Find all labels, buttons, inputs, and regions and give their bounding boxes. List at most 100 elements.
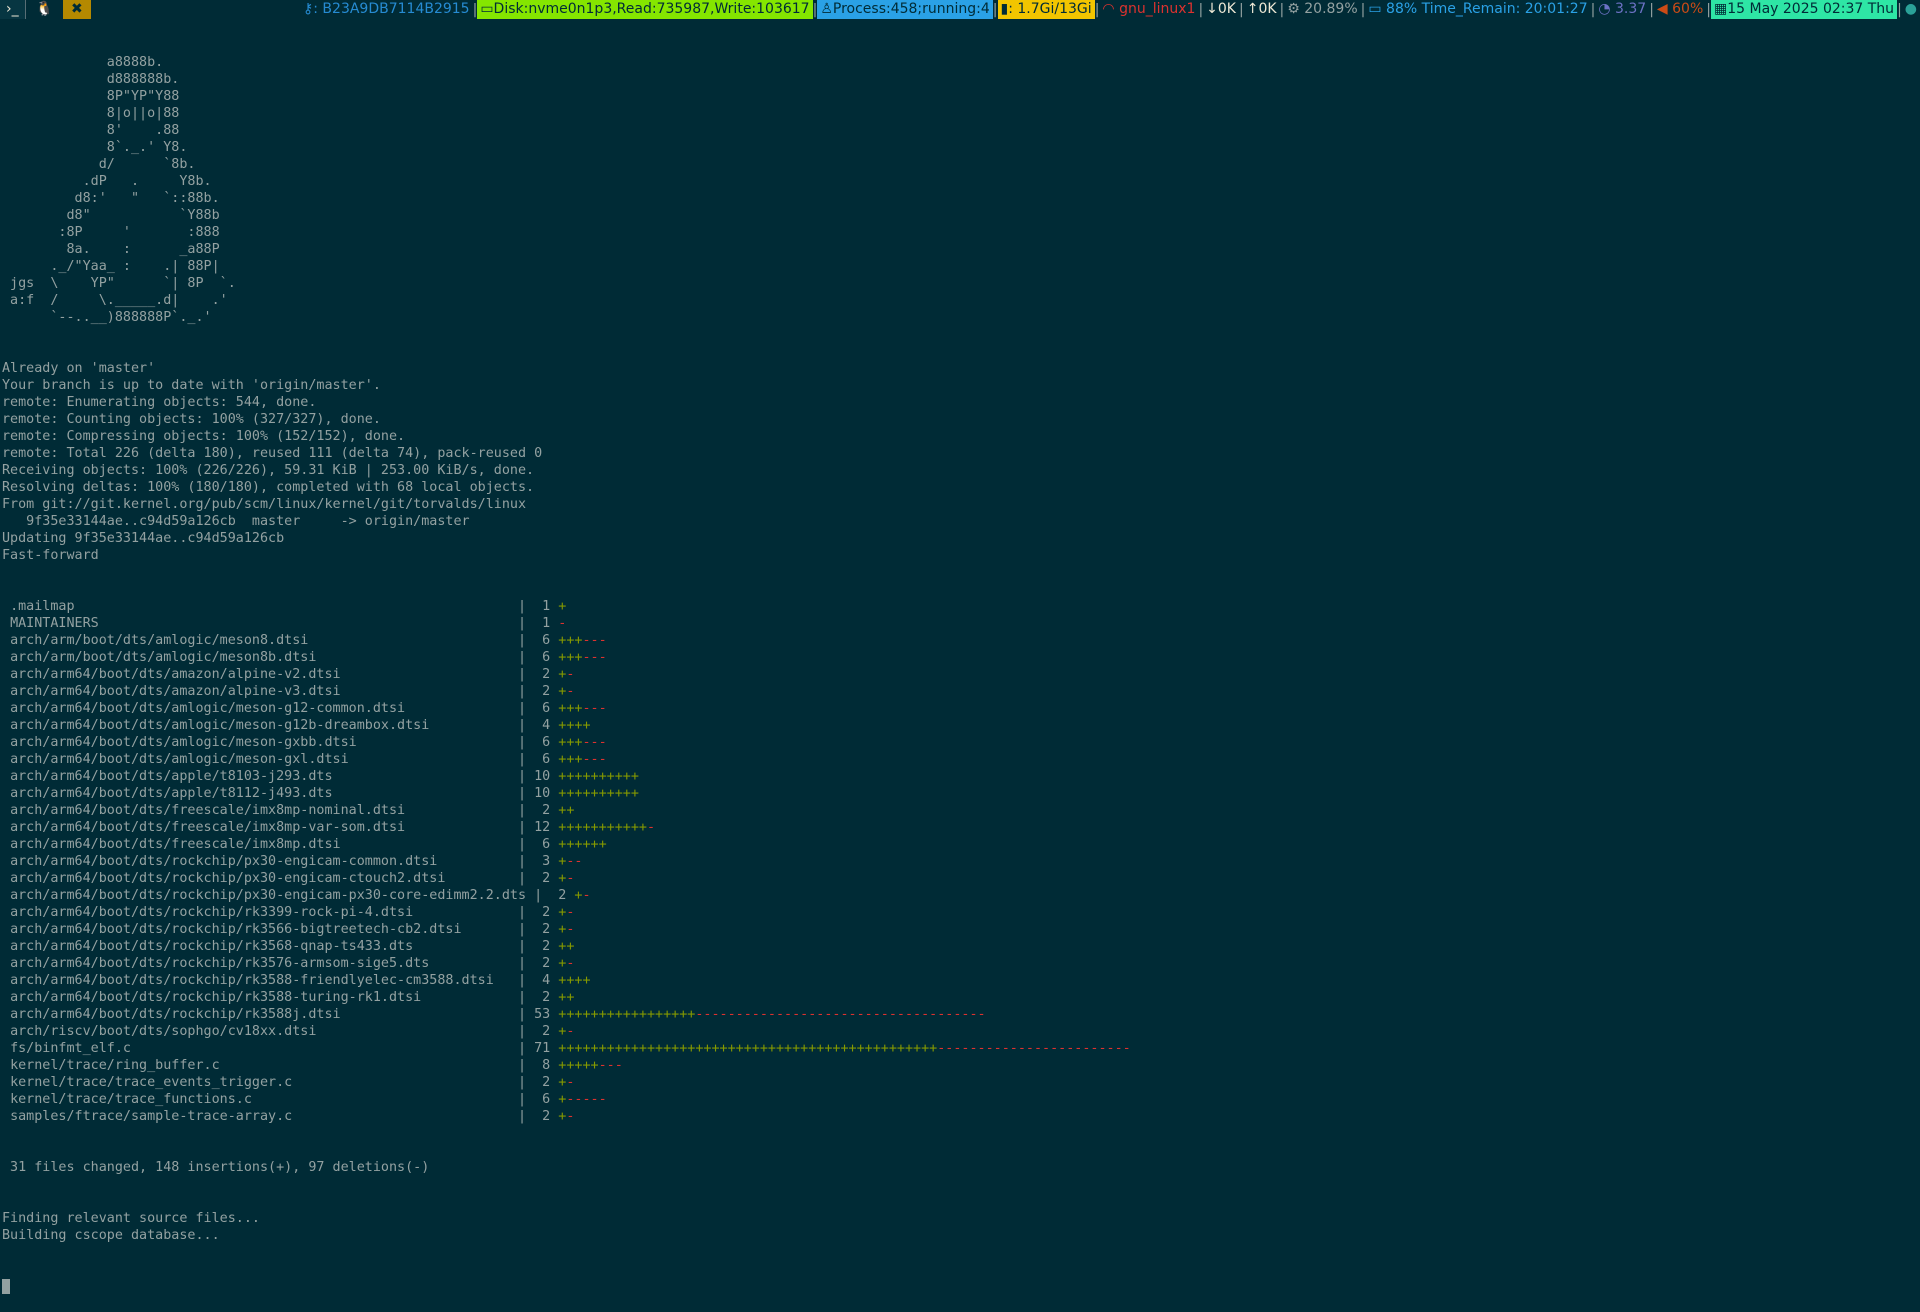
trailing-output: Finding relevant source files... Building… xyxy=(2,1210,1920,1244)
diffstat-insertions: +++ xyxy=(558,633,583,648)
diffstat-count-padding xyxy=(534,922,542,937)
calendar-status[interactable]: ▦15 May 2025 02:37 Thu xyxy=(1710,0,1898,19)
diffstat-padding: | xyxy=(98,616,535,631)
output-line: 9f35e33144ae..c94d59a126cb master -> ori… xyxy=(2,514,470,529)
diffstat-file: arch/arm64/boot/dts/rockchip/rk3566-bigt… xyxy=(10,922,462,937)
diffstat-row: arch/arm64/boot/dts/rockchip/px30-engica… xyxy=(2,887,1920,904)
ascii-art-line: ._/"Yaa_ : .| 88P| xyxy=(2,259,220,274)
diffstat-padding: | xyxy=(316,650,535,665)
disk-status[interactable]: ▭Disk:nvme0n1p3,Read:735987,Write:103617 xyxy=(477,0,813,19)
diffstat-row: arch/arm64/boot/dts/rockchip/px30-engica… xyxy=(2,870,1920,887)
workspace-tag-tools-active[interactable]: ✖ xyxy=(63,0,91,19)
diff-summary: 31 files changed, 148 insertions(+), 97 … xyxy=(2,1160,430,1175)
penguin-status[interactable]: ♙Process:458;running:4 xyxy=(817,0,993,19)
diffstat-count: 1 xyxy=(542,616,551,631)
diffstat-file: arch/arm64/boot/dts/freescale/imx8mp.dts… xyxy=(10,837,341,852)
output-line: remote: Enumerating objects: 544, done. xyxy=(2,395,317,410)
key-status[interactable]: ⚷: B23A9DB7114B2915 xyxy=(300,0,473,19)
status-text: : 1.7Gi/13Gi xyxy=(1008,1,1092,17)
diffstat-row: arch/arm64/boot/dts/apple/t8112-j493.dts… xyxy=(2,785,1920,802)
diffstat-count-padding xyxy=(534,854,542,869)
diffstat-deletions: - xyxy=(558,616,567,631)
workspace-tag-terminal[interactable]: ›_ xyxy=(0,0,26,19)
git-pull-output: Already on 'master' Your branch is up to … xyxy=(2,360,1920,564)
terminal-cursor xyxy=(2,1278,10,1294)
ascii-art-line: 8P"YP"Y88 xyxy=(2,89,180,104)
diffstat-insertions: +++ xyxy=(558,701,583,716)
ascii-art-line: d8" `Y88b xyxy=(2,208,220,223)
status-segments: ⚷: B23A9DB7114B2915 | ▭Disk:nvme0n1p3,Read… xyxy=(300,0,1920,19)
diffstat-padding: | xyxy=(340,1007,535,1022)
ascii-art-line: d/ `8b. xyxy=(2,157,196,172)
diffstat-file: arch/arm64/boot/dts/amlogic/meson-gxl.dt… xyxy=(10,752,349,767)
diffstat-count-padding xyxy=(534,1024,542,1039)
battery-status[interactable]: ▭ 88% Time_Remain: 20:01:27 xyxy=(1365,0,1590,19)
diffstat-file: arch/arm64/boot/dts/freescale/imx8mp-nom… xyxy=(10,803,406,818)
output-line: Finding relevant source files... xyxy=(2,1211,260,1226)
volume-status[interactable]: ◀ 60% xyxy=(1654,0,1706,19)
status-text: 0K xyxy=(1217,1,1236,17)
top-status-bar: ›_ 🐧 ✖ ⚷: B23A9DB7114B2915 | ▭Disk:nvme0n1… xyxy=(0,0,1920,19)
diffstat-deletions: --- xyxy=(582,633,607,648)
cpu-gear-status[interactable]: ⚙ 20.89% xyxy=(1284,0,1360,19)
diffstat-padding: | xyxy=(316,1024,535,1039)
diffstat-count-padding xyxy=(534,616,542,631)
diffstat-padding: | xyxy=(413,939,535,954)
diffstat-padding: | xyxy=(437,854,535,869)
diffstat-deletions: - xyxy=(566,871,575,886)
diffstat-deletions: - xyxy=(566,905,575,920)
output-line: Receiving objects: 100% (226/226), 59.31… xyxy=(2,463,535,478)
battery-icon: ▭ xyxy=(1368,1,1382,17)
diffstat-file: arch/arm64/boot/dts/rockchip/px30-engica… xyxy=(10,888,527,903)
diffstat-count-padding xyxy=(534,633,542,648)
diffstat-file: arch/arm64/boot/dts/rockchip/rk3576-arms… xyxy=(10,956,430,971)
upload-status[interactable]: ↑0K xyxy=(1244,0,1280,19)
diffstat-deletions: ------------------------ xyxy=(937,1041,1131,1056)
diffstat-count: 71 xyxy=(534,1041,551,1056)
diffstat-count: 2 xyxy=(542,871,551,886)
diffstat-deletions: - xyxy=(566,684,575,699)
prompt-line[interactable] xyxy=(2,1278,1920,1295)
diffstat-file: arch/arm/boot/dts/amlogic/meson8.dtsi xyxy=(10,633,309,648)
diffstat-count: 2 xyxy=(542,1075,551,1090)
diffstat-insertions: +++++++++++ xyxy=(558,820,647,835)
diffstat-file: arch/arm64/boot/dts/amlogic/meson-gxbb.d… xyxy=(10,735,357,750)
diffstat-insertions: ++ xyxy=(558,803,575,818)
status-text: 3.37 xyxy=(1610,1,1647,17)
ascii-art-line: d888888b. xyxy=(2,72,180,87)
diffstat-count: 2 xyxy=(542,939,551,954)
load-gauge-status[interactable]: ◔ 3.37 xyxy=(1595,0,1649,19)
diffstat-count: 12 xyxy=(534,820,551,835)
ascii-art-line: 8`._.' Y8. xyxy=(2,140,188,155)
diffstat-padding: | xyxy=(348,752,535,767)
diffstat-insertions: +++ xyxy=(558,735,583,750)
diffstat-count-padding xyxy=(534,735,542,750)
wifi-status[interactable]: ◠ gnu_linux1 xyxy=(1099,0,1198,19)
status-text: 0K xyxy=(1258,1,1277,17)
status-text: 15 May 2025 02:37 Thu xyxy=(1727,1,1895,17)
chart-status[interactable]: ▮: 1.7Gi/13Gi xyxy=(997,0,1095,19)
diffstat-padding: | xyxy=(526,888,551,903)
diffstat-file: arch/arm64/boot/dts/amazon/alpine-v2.dts… xyxy=(10,667,341,682)
diffstat-count-padding xyxy=(534,1058,542,1073)
status-text: 20.89% xyxy=(1299,1,1358,17)
diffstat-row: arch/arm64/boot/dts/apple/t8103-j293.dts… xyxy=(2,768,1920,785)
diffstat-row: arch/arm64/boot/dts/rockchip/rk3588-frie… xyxy=(2,972,1920,989)
ascii-art-line: 8|o||o|88 xyxy=(2,106,180,121)
diffstat-count-padding xyxy=(534,650,542,665)
workspace-tag-linux[interactable]: 🐧 xyxy=(26,0,63,19)
diffstat-deletions: - xyxy=(582,888,591,903)
diffstat-row: arch/arm64/boot/dts/freescale/imx8mp.dts… xyxy=(2,836,1920,853)
ascii-art-line: a8888b. xyxy=(2,55,164,70)
status-text: gnu_linux1 xyxy=(1114,1,1196,17)
download-status[interactable]: ↓0K xyxy=(1203,0,1239,19)
output-line: Building cscope database... xyxy=(2,1228,220,1243)
diffstat-deletions: --- xyxy=(582,650,607,665)
tray-status[interactable]: ● xyxy=(1902,0,1920,19)
diffstat-count: 3 xyxy=(542,854,551,869)
diffstat-padding: | xyxy=(340,837,535,852)
diffstat-file: arch/arm64/boot/dts/amlogic/meson-g12b-d… xyxy=(10,718,430,733)
terminal-output[interactable]: a8888b. d888888b. 8P"YP"Y88 8|o||o|88 8'… xyxy=(2,20,1920,1312)
diffstat-insertions: ++++ xyxy=(558,718,591,733)
diffstat-file: arch/arm64/boot/dts/rockchip/rk3588-frie… xyxy=(10,973,494,988)
